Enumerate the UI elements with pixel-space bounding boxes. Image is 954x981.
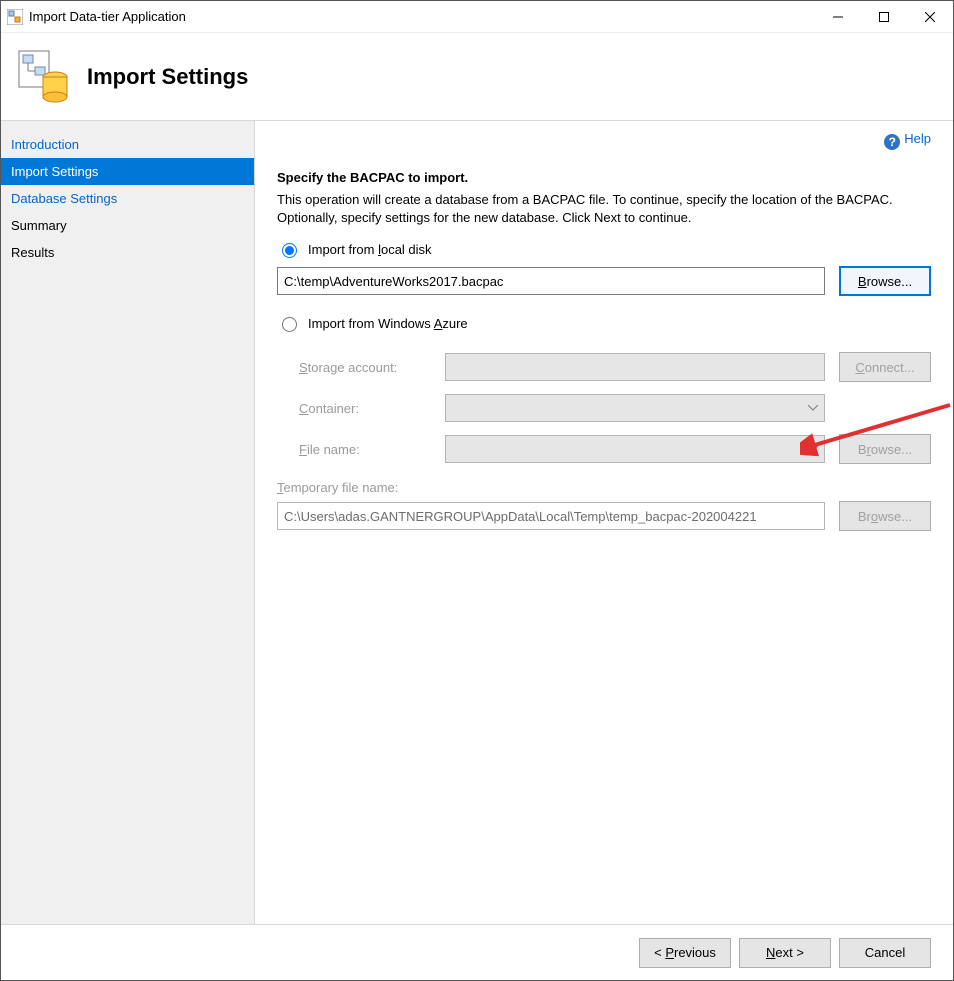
dialog-window: Import Data-tier Application Import Sett… <box>0 0 954 981</box>
radio-import-azure-input[interactable] <box>282 317 297 332</box>
wizard-footer: < Previous Next > Cancel <box>1 924 953 980</box>
container-label: Container: <box>299 401 431 416</box>
wizard-header-icon <box>17 47 69 106</box>
sidebar-item-summary[interactable]: Summary <box>1 212 254 239</box>
radio-import-local-input[interactable] <box>282 243 297 258</box>
radio-import-azure-label: Import from Windows Azure <box>308 316 468 331</box>
help-label: Help <box>904 131 931 146</box>
help-bar: ? Help <box>277 131 931 170</box>
local-path-input[interactable] <box>277 267 825 295</box>
container-dropdown <box>445 394 825 422</box>
close-button[interactable] <box>907 1 953 32</box>
window-title: Import Data-tier Application <box>29 9 815 24</box>
storage-account-row: Storage account: Connect... <box>299 352 931 382</box>
help-link[interactable]: ?Help <box>884 131 931 146</box>
page-title: Import Settings <box>87 64 248 90</box>
sidebar-item-results[interactable]: Results <box>1 239 254 266</box>
radio-import-azure[interactable]: Import from Windows Azure <box>277 314 931 332</box>
radio-import-local-label: Import from local disk <box>308 242 432 257</box>
minimize-button[interactable] <box>815 1 861 32</box>
next-button[interactable]: Next > <box>739 938 831 968</box>
previous-button[interactable]: < Previous <box>639 938 731 968</box>
maximize-button[interactable] <box>861 1 907 32</box>
sidebar-item-database-settings[interactable]: Database Settings <box>1 185 254 212</box>
sidebar-item-import-settings[interactable]: Import Settings <box>1 158 254 185</box>
cancel-button[interactable]: Cancel <box>839 938 931 968</box>
browse-temp-button: Browse... <box>839 501 931 531</box>
browse-azure-button: Browse... <box>839 434 931 464</box>
window-controls <box>815 1 953 32</box>
temp-file-row: Browse... <box>277 501 931 531</box>
local-path-row: Browse... <box>277 266 931 296</box>
app-icon <box>7 9 23 25</box>
section-description: This operation will create a database fr… <box>277 191 931 226</box>
azure-block: Storage account: Connect... Container: F… <box>299 352 931 476</box>
browse-local-button[interactable]: Browse... <box>839 266 931 296</box>
temp-file-input[interactable] <box>277 502 825 530</box>
temp-file-label: Temporary file name: <box>277 480 931 495</box>
storage-account-label: Storage account: <box>299 360 431 375</box>
sidebar-item-introduction[interactable]: Introduction <box>1 131 254 158</box>
radio-import-local[interactable]: Import from local disk <box>277 240 931 258</box>
storage-account-input <box>445 353 825 381</box>
wizard-body: Introduction Import Settings Database Se… <box>1 121 953 924</box>
file-name-label: File name: <box>299 442 431 457</box>
connect-button: Connect... <box>839 352 931 382</box>
container-row: Container: <box>299 394 931 422</box>
titlebar: Import Data-tier Application <box>1 1 953 33</box>
file-name-row: File name: Browse... <box>299 434 931 464</box>
wizard-sidebar: Introduction Import Settings Database Se… <box>1 121 255 924</box>
wizard-main: ? Help Specify the BACPAC to import. This… <box>255 121 953 924</box>
section-title: Specify the BACPAC to import. <box>277 170 931 185</box>
help-icon: ? <box>884 134 900 150</box>
wizard-header: Import Settings <box>1 33 953 121</box>
file-name-dropdown <box>445 435 825 463</box>
